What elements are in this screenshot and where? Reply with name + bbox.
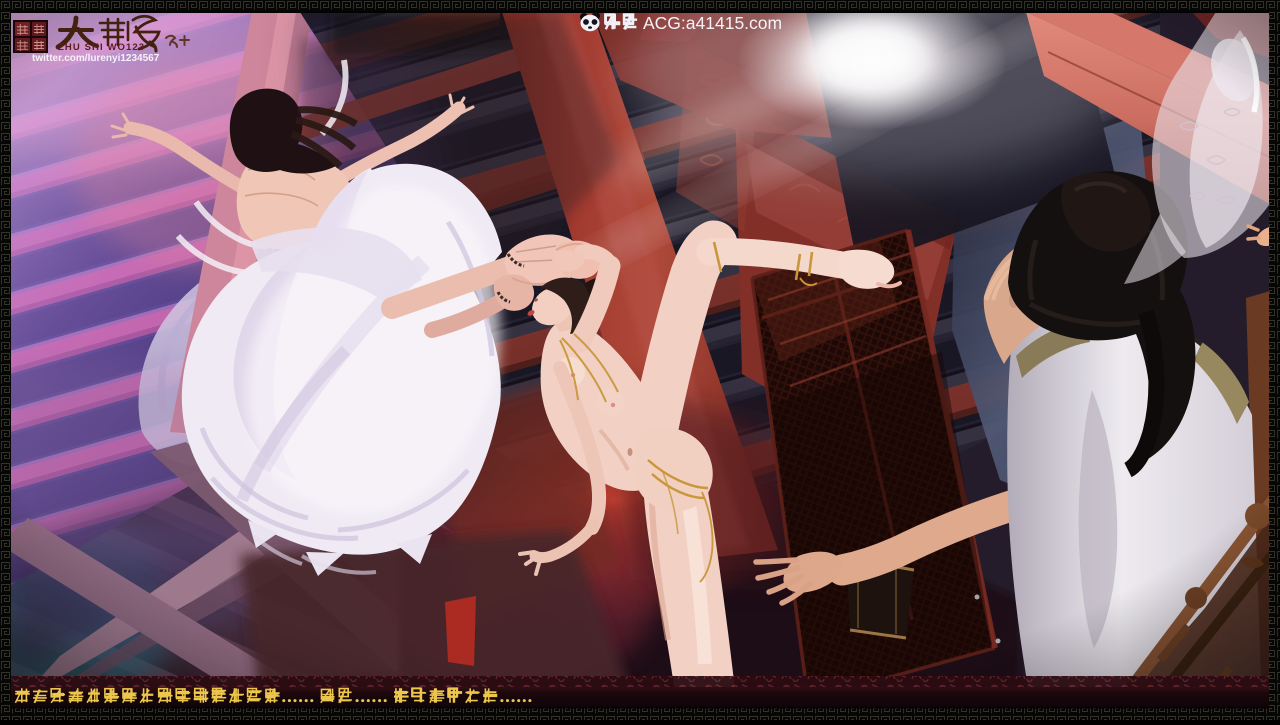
- svg-text:ZHU SHI WO123: ZHU SHI WO123: [58, 42, 145, 53]
- svg-text:ACG:a41415.com: ACG:a41415.com: [643, 13, 782, 33]
- svg-text:twitter.com/lurenyi1234567: twitter.com/lurenyi1234567: [32, 53, 160, 64]
